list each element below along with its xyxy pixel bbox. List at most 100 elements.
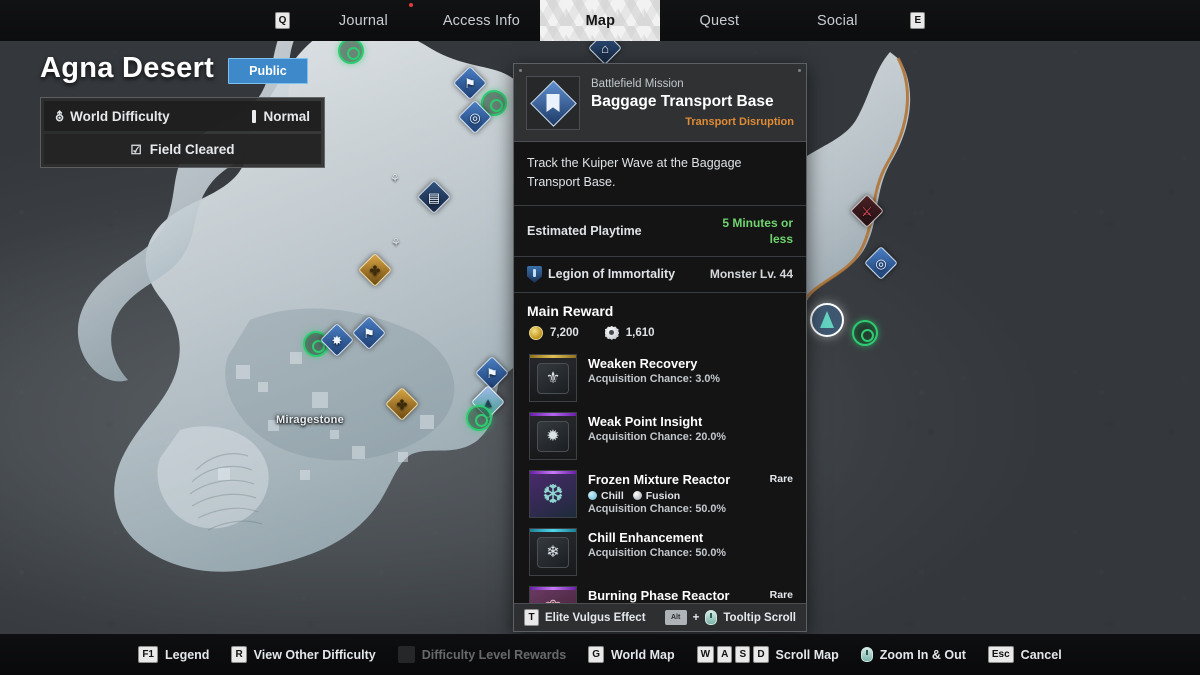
key-f1-badge: F1: [138, 646, 158, 663]
reward-row[interactable]: ✹ Weak Point Insight Acquisition Chance:…: [514, 407, 806, 465]
reward-name: Weaken Recovery: [588, 355, 698, 371]
world-difficulty-row[interactable]: ⛢ World Difficulty Normal: [44, 101, 321, 131]
reward-text: Frozen Mixture Reactor Chill Fusion Acqu…: [588, 470, 793, 518]
hint-keys: W A S D: [696, 646, 769, 663]
notification-dot: [409, 3, 413, 7]
reward-text: Weaken Recovery Acquisition Chance: 3.0%: [588, 354, 793, 402]
reward-name: Frozen Mixture Reactor: [588, 471, 731, 487]
reward-chance: Acquisition Chance: 20.0%: [588, 430, 726, 443]
module-amount: 1,610: [625, 326, 655, 339]
monster-level-value: Monster Lv. 44: [709, 267, 793, 282]
resource-node-icon: [852, 320, 878, 346]
map-marker-outpost[interactable]: ✸: [320, 323, 354, 357]
map-marker-danger[interactable]: ⚔: [850, 194, 884, 228]
reward-tag-label: Chill: [601, 489, 624, 502]
compass-icon: ✸: [331, 332, 343, 348]
hint-legend[interactable]: F1 Legend: [138, 646, 209, 663]
rarity-label: Rare: [769, 588, 793, 601]
reward-item-icon: ❄: [529, 527, 577, 576]
field-cleared-row: ☑ Field Cleared: [44, 134, 321, 164]
checkbox-checked-icon: ☑: [130, 142, 142, 157]
reward-glyph: ❄: [537, 536, 569, 568]
grapple-icon: ▤: [427, 189, 441, 205]
public-badge[interactable]: Public: [228, 58, 308, 84]
hint-world-map[interactable]: G World Map: [588, 646, 675, 663]
map-marker-boss[interactable]: ✤: [358, 253, 392, 287]
reward-item-icon: ❁: [529, 585, 577, 603]
key-s-badge: S: [735, 646, 751, 663]
key-t-badge: T: [524, 609, 539, 626]
mission-subtitle: Transport Disruption: [685, 115, 794, 128]
map-marker-grapple[interactable]: ▤: [417, 180, 451, 214]
reward-row[interactable]: ⚜ Weaken Recovery Acquisition Chance: 3.…: [514, 349, 806, 407]
reward-tags: Chill Fusion: [588, 490, 793, 502]
main-reward-heading: Main Reward: [527, 302, 614, 319]
hint-keys: Esc: [987, 646, 1014, 663]
world-difficulty-label: World Difficulty: [70, 108, 170, 124]
reward-tag-label: Fusion: [645, 489, 681, 502]
player-position-marker: [810, 303, 844, 337]
nav-next-key[interactable]: E: [896, 12, 939, 29]
top-navigation-bar: Q Journal Access Info Map Quest Social E: [0, 0, 1200, 41]
plus-sign: +: [692, 611, 700, 624]
faction-label-group: Legion of Immortality: [527, 265, 675, 283]
reward-list[interactable]: ⚜ Weaken Recovery Acquisition Chance: 3.…: [514, 349, 806, 603]
reward-row[interactable]: ❁ Burning Phase Reactor Fire Dimension: [514, 581, 806, 603]
reward-name: Burning Phase Reactor: [588, 587, 730, 603]
map-marker-outpost[interactable]: ◎: [864, 246, 898, 280]
hint-cancel[interactable]: Esc Cancel: [987, 646, 1062, 663]
map-screen: Miragestone ⚑ ◎ ▤ ⌂ ✸ ⚑ ✤ ✤ ⚑ ▲ ⚔ ◎ ⚘ ⚘ …: [0, 0, 1200, 675]
reward-text: Burning Phase Reactor Fire Dimension: [588, 586, 793, 603]
ruins-icon: ⚘: [390, 173, 400, 185]
currency-row: 7,200 1,610: [514, 324, 806, 349]
map-marker-outpost[interactable]: ◎: [458, 100, 492, 134]
gold-currency: 7,200: [529, 325, 579, 340]
gold-coin-icon: [529, 325, 543, 340]
tab-social[interactable]: Social: [778, 0, 896, 41]
hint-view-other-difficulty[interactable]: R View Other Difficulty: [231, 646, 376, 663]
map-marker-resource[interactable]: [850, 318, 880, 348]
hint-zoom[interactable]: Zoom In & Out: [860, 647, 966, 662]
hint-label: View Other Difficulty: [253, 647, 376, 662]
tab-map[interactable]: Map: [540, 0, 660, 41]
mission-tooltip-panel: Battlefield Mission Baggage Transport Ba…: [513, 63, 807, 632]
tooltip-header-text: Battlefield Mission Baggage Transport Ba…: [591, 76, 794, 130]
rarity-label: Rare: [769, 472, 793, 485]
bottom-hint-bar: F1 Legend R View Other Difficulty Diffic…: [0, 634, 1200, 675]
map-marker-boss[interactable]: ✤: [385, 387, 419, 421]
map-marker-resource[interactable]: [464, 403, 494, 433]
reward-row[interactable]: ❄ Chill Enhancement Acquisition Chance: …: [514, 523, 806, 581]
rarity-bar: [530, 354, 576, 358]
elite-effect-hint[interactable]: T Elite Vulgus Effect: [524, 609, 646, 626]
map-marker-mission[interactable]: ⚑: [352, 316, 386, 350]
tab-quest[interactable]: Quest: [660, 0, 778, 41]
tab-journal[interactable]: Journal: [304, 0, 422, 41]
hint-label: Legend: [164, 647, 210, 662]
area-header: Agna Desert Public ⛢ World Difficulty No…: [40, 52, 325, 168]
hint-keys: G: [588, 646, 604, 663]
chill-element-icon: [588, 491, 597, 500]
rarity-bar: [530, 470, 576, 474]
reward-name: Weak Point Insight: [588, 413, 703, 429]
key-d-badge: D: [753, 646, 769, 663]
estimated-playtime-value: 5 Minutes or less: [722, 215, 793, 246]
mission-kicker: Battlefield Mission: [591, 78, 684, 90]
tab-access-info[interactable]: Access Info: [422, 0, 540, 41]
target-icon: ◎: [469, 109, 481, 125]
map-marker-mission-selected[interactable]: ⚑: [475, 356, 509, 390]
reward-name: Chill Enhancement: [588, 529, 704, 545]
nav-prev-key[interactable]: Q: [261, 12, 305, 29]
key-blank-badge: [397, 646, 415, 663]
banner-icon: ⚑: [363, 325, 375, 341]
hint-scroll-map[interactable]: W A S D Scroll Map: [696, 646, 839, 663]
reward-glyph: ❁: [537, 595, 569, 603]
key-alt-badge: Alt: [664, 610, 687, 625]
reward-chance: Acquisition Chance: 50.0%: [588, 502, 726, 515]
reward-text: Weak Point Insight Acquisition Chance: 2…: [588, 412, 793, 460]
tooltip-scroll-hint[interactable]: Alt + Tooltip Scroll: [664, 610, 796, 625]
key-w-badge: W: [696, 646, 715, 663]
reward-row[interactable]: ❆ Frozen Mixture Reactor Chill Fusion Ac…: [514, 465, 806, 523]
reward-tag: Chill: [588, 490, 624, 502]
hint-label: Zoom In & Out: [879, 647, 966, 662]
hint-label: Scroll Map: [775, 647, 839, 662]
